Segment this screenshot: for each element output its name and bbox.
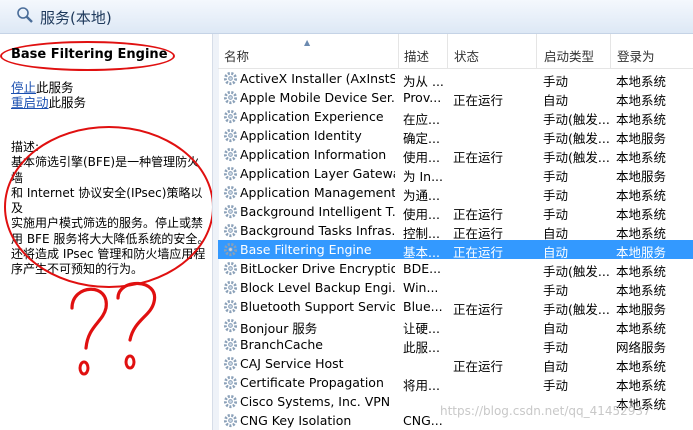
service-gear-icon <box>223 204 238 219</box>
service-row[interactable]: Application Experience 在应... 手动(触发... 本地系统 <box>218 107 693 127</box>
cell-desc: Prov... <box>403 90 442 105</box>
cell-name: Certificate Propagation <box>240 375 384 390</box>
service-gear-icon <box>223 128 238 143</box>
service-row[interactable]: Application Management 为通... 手动 本地系统 <box>218 183 693 203</box>
service-row[interactable]: Application Identity 确定... 手动(触发... 本地服务 <box>218 126 693 146</box>
cell-name: BranchCache <box>240 337 323 352</box>
cell-desc: Blue... <box>403 299 443 314</box>
watermark: https://blog.csdn.net/qq_41452937 <box>440 404 651 418</box>
service-row[interactable]: Apple Mobile Device Ser... Prov... 正在运行 自动本… <box>218 88 693 108</box>
question-marks-drawing <box>70 281 157 376</box>
service-gear-icon <box>223 223 238 238</box>
cell-desc: Win... <box>403 280 439 295</box>
service-gear-icon <box>223 166 238 181</box>
service-gear-icon <box>223 413 238 428</box>
cell-name: Base Filtering Engine <box>240 242 372 257</box>
service-rows: ActiveX Installer (AxInstSV) 为从 ... 手动 本地系统… <box>218 69 693 430</box>
column-header-description[interactable]: 描述 <box>404 46 429 65</box>
column-divider[interactable] <box>536 34 537 68</box>
service-gear-icon <box>223 185 238 200</box>
cell-name: CAJ Service Host <box>240 356 344 371</box>
service-gear-icon <box>223 394 238 409</box>
cell-name: Application Information <box>240 147 387 162</box>
service-gear-icon <box>223 109 238 124</box>
service-row[interactable]: BranchCache 此服... 手动 网络服务 <box>218 335 693 355</box>
column-headers: 名称 ▲ 描述 状态 启动类型 登录为 <box>218 34 693 69</box>
service-row[interactable]: ActiveX Installer (AxInstSV) 为从 ... 手动 本地系统 <box>218 69 693 89</box>
service-row[interactable]: CAJ Service Host 正在运行 自动 本地系统 <box>218 354 693 374</box>
annotation-ellipse <box>4 126 214 288</box>
service-gear-icon <box>223 242 238 257</box>
console-header: 服务(本地) <box>0 0 693 34</box>
cell-name: Background Intelligent T... <box>240 204 395 219</box>
service-row[interactable]: Application Layer Gatewa...为 In...手动本地服务 <box>218 164 693 184</box>
cell-name: Background Tasks Infras... <box>240 223 395 238</box>
services-list: 名称 ▲ 描述 状态 启动类型 登录为 ActiveX Installer (A… <box>218 34 693 430</box>
restart-service-text: 此服务 <box>48 95 87 110</box>
service-gear-icon <box>223 337 238 352</box>
cell-name: Cisco Systems, Inc. VPN ... <box>240 394 395 409</box>
cell-name: Application Management <box>240 185 395 200</box>
service-gear-icon <box>223 375 238 390</box>
service-row[interactable]: BitLocker Drive Encryptio... BDE... 手动(触发.… <box>218 259 693 279</box>
service-gear-icon <box>223 356 238 371</box>
cell-name: Bluetooth Support Service <box>240 299 395 314</box>
column-header-startup-type[interactable]: 启动类型 <box>544 46 594 65</box>
sort-ascending-icon: ▲ <box>304 38 311 47</box>
service-row[interactable]: Application Information 使用... 正在运行 手动(触发...… <box>218 145 693 165</box>
cell-name: Block Level Backup Engi... <box>240 280 395 295</box>
service-row[interactable]: Background Tasks Infras... 控制... 正在运行 自动 本地系… <box>218 221 693 241</box>
service-gear-icon <box>223 299 238 314</box>
stop-service-link[interactable]: 停止 <box>11 80 36 95</box>
service-detail-pane: Base Filtering Engine 停止此服务 重启动此服务 描述: 基… <box>0 34 214 430</box>
service-row[interactable]: Base Filtering Engine 基本... 正在运行 自动 本地服务 <box>218 240 693 260</box>
cell-name: Apple Mobile Device Ser... <box>240 90 395 105</box>
service-gear-icon <box>223 280 238 295</box>
service-row[interactable]: Certificate Propagation 将用... 手动 本地系统 <box>218 373 693 393</box>
cell-name: BitLocker Drive Encryptio... <box>240 261 395 276</box>
cell-desc: BDE... <box>403 261 442 276</box>
service-row[interactable]: Bluetooth Support Service Blue... 正在运行 手动(触… <box>218 297 693 317</box>
cell-name: Application Experience <box>240 109 384 124</box>
search-icon <box>17 7 33 23</box>
service-row[interactable]: Bonjour 服务 让硬... 自动 本地系统 <box>218 316 693 336</box>
restart-service-link[interactable]: 重启动 <box>11 95 49 110</box>
cell-name: ActiveX Installer (AxInstSV) <box>240 71 395 86</box>
service-row[interactable]: Background Intelligent T... 使用... 正在运行 手动 本地… <box>218 202 693 222</box>
cell-name: CNG Key Isolation <box>240 413 352 428</box>
column-divider[interactable] <box>610 34 611 68</box>
cell-name: Application Layer Gatewa... <box>240 166 395 181</box>
cell-name: Application Identity <box>240 128 362 143</box>
stop-service-text: 此服务 <box>36 80 74 95</box>
cell-desc: CNG... <box>403 413 443 428</box>
service-gear-icon <box>223 90 238 105</box>
service-row[interactable]: Block Level Backup Engi... Win... 手动 本地系统 <box>218 278 693 298</box>
window-title: 服务(本地) <box>40 9 112 27</box>
column-divider[interactable] <box>398 34 399 68</box>
column-divider[interactable] <box>447 34 448 68</box>
service-gear-icon <box>223 261 238 276</box>
column-header-logon-as[interactable]: 登录为 <box>617 46 655 65</box>
service-gear-icon <box>223 147 238 162</box>
service-name-heading: Base Filtering Engine <box>11 47 168 62</box>
column-header-status[interactable]: 状态 <box>454 46 479 65</box>
column-header-name[interactable]: 名称 <box>224 46 249 65</box>
service-actions: 停止此服务 重启动此服务 <box>11 80 86 110</box>
service-gear-icon <box>223 318 238 333</box>
service-gear-icon <box>223 71 238 86</box>
